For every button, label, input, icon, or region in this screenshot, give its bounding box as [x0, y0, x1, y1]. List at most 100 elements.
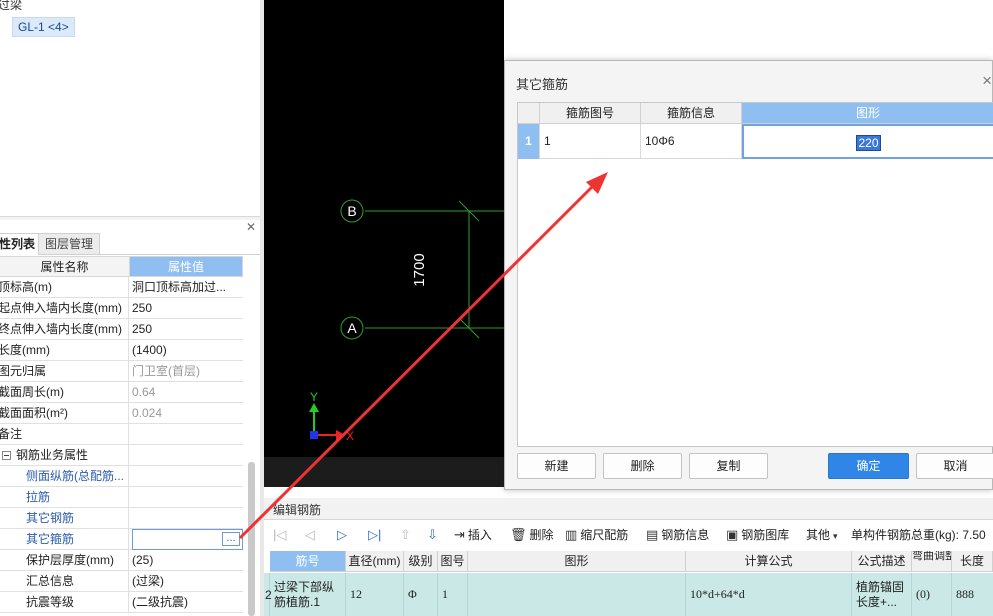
property-name: 侧面纵筋(总配筋...: [0, 466, 129, 487]
cell-bend-adjust[interactable]: (0): [912, 573, 952, 616]
ellipsis-button[interactable]: ...: [222, 532, 240, 546]
property-value-editor[interactable]: ...: [132, 529, 243, 550]
col-figure-no: 图号: [438, 551, 468, 572]
delete-button[interactable]: 删除: [603, 453, 682, 479]
property-row[interactable]: 汇总信息 (过梁): [0, 571, 243, 592]
rebar-row[interactable]: 2 过梁下部纵筋植筋.1 12 Φ 1 10*d+64*d 植筋锚固长度+...…: [264, 573, 993, 616]
tree-title: 过梁: [0, 0, 23, 12]
property-row[interactable]: 顶标高(m) 洞口顶标高加过...: [0, 277, 243, 298]
property-group-row[interactable]: 钢筋业务属性: [0, 445, 243, 466]
close-icon[interactable]: ✕: [246, 220, 256, 234]
panel-divider[interactable]: [0, 216, 260, 220]
tree-node-gl1[interactable]: GL-1 <4>: [12, 17, 75, 37]
property-row[interactable]: 抗震等级 (二级抗震): [0, 592, 243, 613]
property-value[interactable]: (二级抗震): [132, 592, 243, 613]
stirrup-table-header: 箍筋图号 箍筋信息 图形: [518, 103, 993, 124]
last-record-icon[interactable]: ▷|: [368, 526, 384, 544]
property-value[interactable]: 250: [132, 298, 243, 319]
scale-rebar-button[interactable]: ▥ 缩尺配筋: [565, 526, 628, 544]
collapse-icon[interactable]: [2, 451, 11, 460]
property-value[interactable]: [132, 487, 243, 508]
copy-button[interactable]: 复制: [689, 453, 768, 479]
cell-length[interactable]: 888: [952, 573, 993, 616]
property-value[interactable]: (1400): [132, 340, 243, 361]
property-name: 终点伸入墙内长度(mm): [0, 319, 129, 340]
library-icon: ▣: [726, 527, 739, 542]
editor-title: 编辑钢筋: [264, 498, 993, 520]
property-value[interactable]: [132, 424, 243, 445]
cell-formula[interactable]: 10*d+64*d: [686, 573, 852, 616]
col-stirrup-figure-no: 箍筋图号: [540, 103, 641, 124]
prev-record-icon[interactable]: ◁: [305, 526, 318, 544]
col-grade: 级别: [404, 551, 438, 572]
new-button[interactable]: 新建: [517, 453, 596, 479]
editor-toolbar: |◁ ◁ ▷ ▷| ⇧ ⇩ ⇥ 插入 🗑 删除 ▥ 缩尺配筋 ▤ 钢筋信息 ▣ 钢筋图库 …: [264, 523, 993, 547]
ucs-y-label: Y: [310, 390, 318, 404]
property-row[interactable]: 终点伸入墙内长度(mm) 250: [0, 319, 243, 340]
chevron-down-icon: ▾: [833, 531, 838, 541]
property-row[interactable]: 保护层厚度(mm) (25): [0, 550, 243, 571]
col-length: 长度: [952, 551, 993, 572]
property-row-selected[interactable]: 其它箍筋 ...: [0, 529, 243, 550]
property-row[interactable]: 起点伸入墙内长度(mm) 250: [0, 298, 243, 319]
col-property-value: 属性值: [129, 256, 243, 277]
property-value[interactable]: [132, 466, 243, 487]
ok-button[interactable]: 确定: [828, 453, 909, 479]
trash-icon: 🗑: [510, 527, 527, 542]
col-bar-no: 筋号: [270, 551, 346, 572]
property-value[interactable]: (25): [132, 550, 243, 571]
property-row[interactable]: 长度(mm) (1400): [0, 340, 243, 361]
col-formula-desc: 公式描述: [852, 551, 912, 572]
col-shape: 图形: [742, 103, 993, 124]
cell-stirrup-info[interactable]: 10Φ6: [641, 124, 742, 159]
ucs-x-label: X: [346, 429, 354, 443]
rebar-table-header: 筋号 直径(mm) 级别 图号 图形 计算公式 公式描述 弯曲调整 长度: [268, 551, 993, 572]
next-record-icon[interactable]: ▷: [337, 526, 350, 544]
tab-layer-management[interactable]: 图层管理: [38, 233, 101, 255]
cell-shape[interactable]: [468, 573, 686, 616]
ucs-y-arrow: [309, 403, 319, 412]
cell-grade[interactable]: Φ: [404, 573, 438, 616]
property-value[interactable]: 250: [132, 319, 243, 340]
col-diameter: 直径(mm): [346, 551, 404, 572]
cell-figure-no[interactable]: 1: [438, 573, 468, 616]
col-bend-adjust: 弯曲调整: [912, 551, 952, 572]
cell-shape-editor[interactable]: 220: [742, 124, 993, 159]
property-row[interactable]: 侧面纵筋(总配筋...: [0, 466, 243, 487]
property-row[interactable]: 图元归属 门卫室(首层): [0, 361, 243, 382]
property-value[interactable]: 洞口顶标高加过...: [132, 277, 243, 298]
rebar-library-button[interactable]: ▣ 钢筋图库: [726, 526, 789, 544]
stirrup-row[interactable]: 1 1 10Φ6 220: [518, 124, 993, 159]
tab-property-list[interactable]: 性列表: [0, 233, 43, 255]
property-name: 截面周长(m): [0, 382, 129, 403]
delete-row-button[interactable]: 🗑 删除: [510, 526, 554, 544]
property-name: 备注: [0, 424, 129, 445]
col-shape: 图形: [468, 551, 686, 572]
col-stirrup-info: 箍筋信息: [641, 103, 742, 124]
property-value[interactable]: [132, 508, 243, 529]
property-row[interactable]: 截面面积(m²) 0.024: [0, 403, 243, 424]
close-icon[interactable]: ×: [982, 71, 992, 91]
first-record-icon[interactable]: |◁: [273, 526, 289, 544]
cell-bar-name[interactable]: 过梁下部纵筋植筋.1: [270, 573, 346, 616]
cell-formula-desc[interactable]: 植筋锚固长度+...: [852, 573, 912, 616]
insert-icon: ⇥: [454, 527, 465, 542]
dimension-text: 1700: [411, 253, 428, 286]
move-down-icon[interactable]: ⇩: [427, 526, 441, 544]
shape-value-selected[interactable]: 220: [856, 135, 881, 151]
property-row[interactable]: 拉筋: [0, 487, 243, 508]
cell-diameter[interactable]: 12: [346, 573, 404, 616]
insert-button[interactable]: ⇥ 插入: [454, 526, 492, 544]
property-row[interactable]: 其它钢筋: [0, 508, 243, 529]
rebar-info-button[interactable]: ▤ 钢筋信息: [646, 526, 709, 544]
cancel-button[interactable]: 取消: [916, 453, 993, 479]
property-row[interactable]: 备注: [0, 424, 243, 445]
move-up-icon[interactable]: ⇧: [400, 526, 414, 544]
property-name: 抗震等级: [0, 592, 129, 613]
scrollbar[interactable]: [248, 462, 255, 616]
property-value[interactable]: (过梁): [132, 571, 243, 592]
other-menu-button[interactable]: 其他 ▾: [806, 526, 841, 544]
cell-figure-no[interactable]: 1: [540, 124, 641, 159]
property-row[interactable]: 截面周长(m) 0.64: [0, 382, 243, 403]
property-name: 截面面积(m²): [0, 403, 129, 424]
